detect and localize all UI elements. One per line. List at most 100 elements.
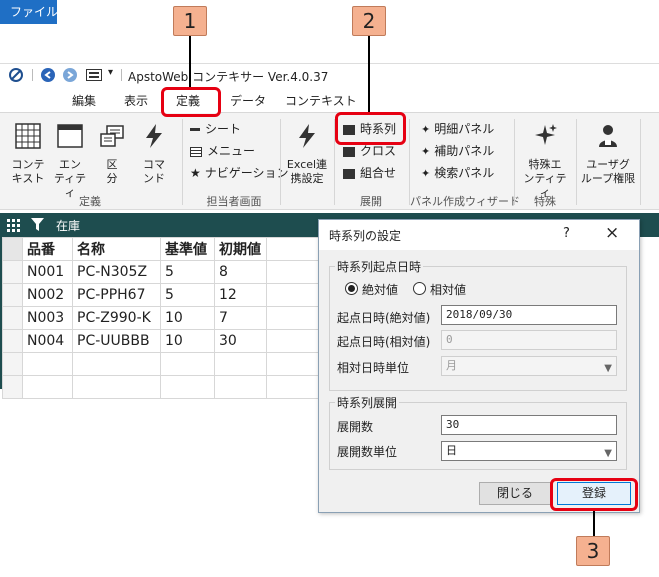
table-cell-empty[interactable]	[160, 375, 215, 399]
table-cell[interactable]: N003	[22, 306, 73, 330]
table-cell[interactable]: PC-N305Z	[72, 260, 161, 284]
user-group-button[interactable]: ユーザグ ループ権限	[580, 123, 636, 186]
table-cell[interactable]: N001	[22, 260, 73, 284]
table-cell[interactable]: 5	[160, 260, 215, 284]
table-cell[interactable]: 30	[214, 329, 267, 353]
table-cell[interactable]: 7	[214, 306, 267, 330]
expand-count-input[interactable]: 30	[441, 415, 617, 435]
column-header[interactable]: 品番	[22, 237, 73, 261]
row-header[interactable]	[2, 329, 23, 353]
table-row[interactable]: N002 PC-PPH67 5 12	[2, 283, 320, 307]
grid-view-icon[interactable]	[7, 219, 20, 232]
menu-context[interactable]: コンテキスト	[281, 92, 361, 112]
abs-datetime-input[interactable]: 2018/09/30	[441, 305, 617, 325]
category-button-label: 区 分	[106, 158, 118, 185]
table-cell-empty[interactable]	[22, 375, 73, 399]
dialog-title-bar: 時系列の設定 ? ×	[319, 220, 639, 250]
radio-relative[interactable]	[413, 282, 426, 295]
help-button[interactable]: ?	[563, 226, 570, 241]
column-header[interactable]: 名称	[72, 237, 161, 261]
lightning-icon	[299, 124, 315, 148]
column-header[interactable]: 初期値	[214, 237, 267, 261]
menu-edit[interactable]: 編集	[68, 92, 100, 112]
table-cell[interactable]: 12	[214, 283, 267, 307]
group-label-expand: 展開	[360, 195, 382, 208]
sheet-button[interactable]: シート	[190, 120, 241, 138]
row-header[interactable]	[2, 260, 23, 284]
table-row-empty[interactable]	[2, 375, 320, 399]
table-row[interactable]: N004 PC-UUBBB 10 30	[2, 329, 320, 353]
entity-button[interactable]: エン ティティ	[50, 123, 90, 200]
radio-relative-label: 相対値	[430, 283, 467, 297]
table-cell-empty[interactable]	[22, 352, 73, 376]
group-label-special: 特殊	[534, 195, 556, 208]
close-button[interactable]: 閉じる	[479, 482, 551, 505]
detail-panel-label: 明細パネル	[434, 122, 495, 136]
menu-file[interactable]: ファイル	[0, 0, 58, 24]
row-header[interactable]	[2, 306, 23, 330]
filter-icon[interactable]	[31, 218, 44, 232]
table-cell[interactable]: 8	[214, 260, 267, 284]
window-title: ApstoWeb コンテキサー Ver.4.0.37	[128, 70, 329, 84]
table-row-empty[interactable]	[2, 352, 320, 376]
table-row[interactable]: N003 PC-Z990-K 10 7	[2, 306, 320, 330]
expand-count-label: 展開数	[337, 420, 374, 434]
table-cell-empty[interactable]	[160, 352, 215, 376]
navigation-button[interactable]: ★ ナビゲーション	[190, 164, 289, 182]
menu-list-icon	[190, 146, 202, 157]
table-cell-empty	[266, 375, 320, 399]
command-button[interactable]: コマ ンド	[134, 123, 174, 186]
sparkle-icon: ✦	[421, 145, 431, 158]
row-header[interactable]	[2, 283, 23, 307]
table-cell-empty[interactable]	[72, 375, 161, 399]
table-cell-empty	[266, 329, 320, 353]
table-cell[interactable]: N004	[22, 329, 73, 353]
qat-dropdown-icon[interactable]: ▾	[108, 67, 113, 78]
menu-screen-button[interactable]: メニュー	[190, 142, 255, 160]
navigation-label: ナビゲーション	[204, 166, 289, 180]
back-icon[interactable]	[41, 68, 55, 82]
table-cell[interactable]: PC-Z990-K	[72, 306, 161, 330]
special-entity-button[interactable]: 特殊エ ンティティ	[520, 123, 570, 200]
group-label-panel-wizard: パネル作成ウィザード	[410, 195, 520, 208]
row-header-corner[interactable]	[2, 237, 23, 261]
table-cell[interactable]: PC-PPH67	[72, 283, 161, 307]
column-header[interactable]: 基準値	[160, 237, 215, 261]
aux-panel-button[interactable]: ✦ 補助パネル	[421, 142, 494, 160]
menu-view[interactable]: 表示	[120, 92, 152, 112]
radio-absolute[interactable]	[345, 282, 358, 295]
table-cell-empty[interactable]	[214, 375, 267, 399]
category-button[interactable]: 区 分	[92, 123, 132, 186]
row-header[interactable]	[2, 375, 23, 399]
sheet-label: シート	[205, 122, 242, 136]
callout-1-line	[189, 36, 191, 90]
sheet-icon	[190, 128, 200, 131]
table-cell-empty[interactable]	[214, 352, 267, 376]
expand-unit-select[interactable]: 日 ▼	[441, 441, 617, 461]
table-cell[interactable]: PC-UUBBB	[72, 329, 161, 353]
context-button[interactable]: コンテ キスト	[8, 123, 48, 186]
user-group-label: ユーザグ ループ権限	[580, 158, 636, 185]
table-cell[interactable]: N002	[22, 283, 73, 307]
highlight-timeseries-button	[335, 112, 406, 145]
table-cell-empty[interactable]	[72, 352, 161, 376]
excel-settings-button[interactable]: Excel連 携設定	[285, 123, 329, 186]
expand-group-title: 時系列展開	[335, 394, 400, 411]
menu-data[interactable]: データ	[226, 92, 270, 112]
close-icon[interactable]: ×	[605, 223, 619, 243]
rel-datetime-input: 0	[441, 330, 617, 350]
table-row[interactable]: N001 PC-N305Z 5 8	[2, 260, 320, 284]
search-panel-button[interactable]: ✦ 検索パネル	[421, 164, 494, 182]
window-icon	[57, 124, 83, 148]
keyboard-icon[interactable]	[86, 69, 102, 81]
sheet-caption: 在庫	[56, 219, 81, 233]
table-cell[interactable]: 5	[160, 283, 215, 307]
forward-icon[interactable]	[63, 68, 77, 82]
row-header[interactable]	[2, 352, 23, 376]
data-grid: 品番 名称 基準値 初期値 N001 PC-N305Z 5 8 N002 PC-…	[2, 237, 320, 399]
detail-panel-button[interactable]: ✦ 明細パネル	[421, 120, 494, 138]
rel-unit-label: 相対日時単位	[337, 361, 410, 375]
table-cell[interactable]: 10	[160, 329, 215, 353]
combination-button[interactable]: 組合せ	[343, 164, 396, 182]
table-cell[interactable]: 10	[160, 306, 215, 330]
